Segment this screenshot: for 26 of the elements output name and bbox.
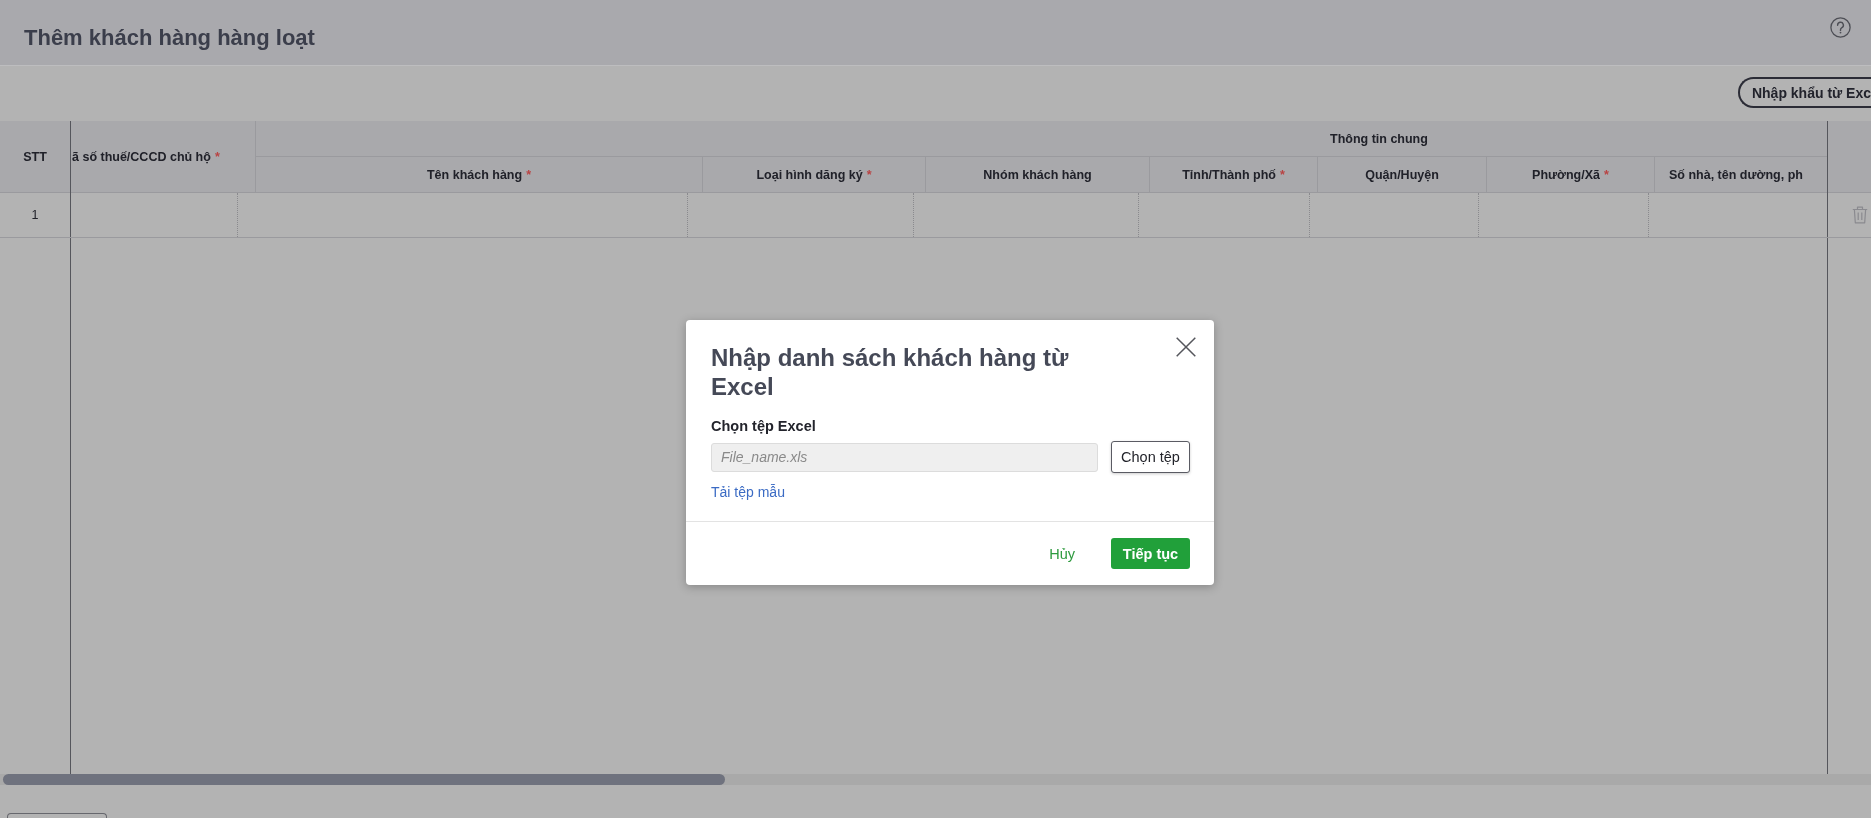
column-header: Quận/Huyện bbox=[1365, 168, 1439, 182]
download-template-link[interactable]: Tải tệp mẫu bbox=[711, 483, 785, 501]
scrollbar-thumb[interactable] bbox=[3, 774, 725, 785]
field-label: Chọn tệp Excel bbox=[711, 417, 817, 436]
horizontal-scrollbar[interactable] bbox=[0, 774, 1871, 785]
cut-off-button[interactable] bbox=[7, 813, 107, 818]
column-header: STT bbox=[23, 150, 47, 164]
import-excel-button[interactable]: Nhập khẩu từ Exc bbox=[1737, 77, 1871, 108]
continue-button[interactable]: Tiếp tục bbox=[1111, 538, 1190, 569]
column-group-header: Thông tin chung bbox=[1330, 131, 1428, 146]
column-header: ã số thuế/CCCD chủ hộ * bbox=[72, 150, 220, 164]
column-header: Tên khách hàng * bbox=[427, 168, 531, 182]
column-header: Loại hình dăng ký * bbox=[756, 168, 872, 182]
file-name-field[interactable]: File_name.xls bbox=[711, 442, 1098, 472]
column-header: Tỉnh/Thành phố * bbox=[1182, 168, 1285, 182]
page-title: Thêm khách hàng hàng loạt bbox=[24, 24, 315, 52]
trash-icon[interactable] bbox=[1852, 206, 1868, 224]
column-header: Phường/Xã * bbox=[1532, 168, 1609, 182]
close-icon[interactable] bbox=[1176, 337, 1196, 357]
row-number: 1 bbox=[31, 208, 39, 222]
help-icon[interactable] bbox=[1830, 17, 1851, 38]
column-header: Số nhà, tên dường, ph bbox=[1669, 168, 1803, 182]
choose-file-button[interactable]: Chọn tệp bbox=[1111, 441, 1190, 473]
column-header: Nhóm khách hàng bbox=[983, 168, 1092, 182]
dialog-title: Nhập danh sách khách hàng từ Excel bbox=[711, 343, 1070, 401]
cancel-button[interactable]: Hủy bbox=[1037, 538, 1087, 569]
